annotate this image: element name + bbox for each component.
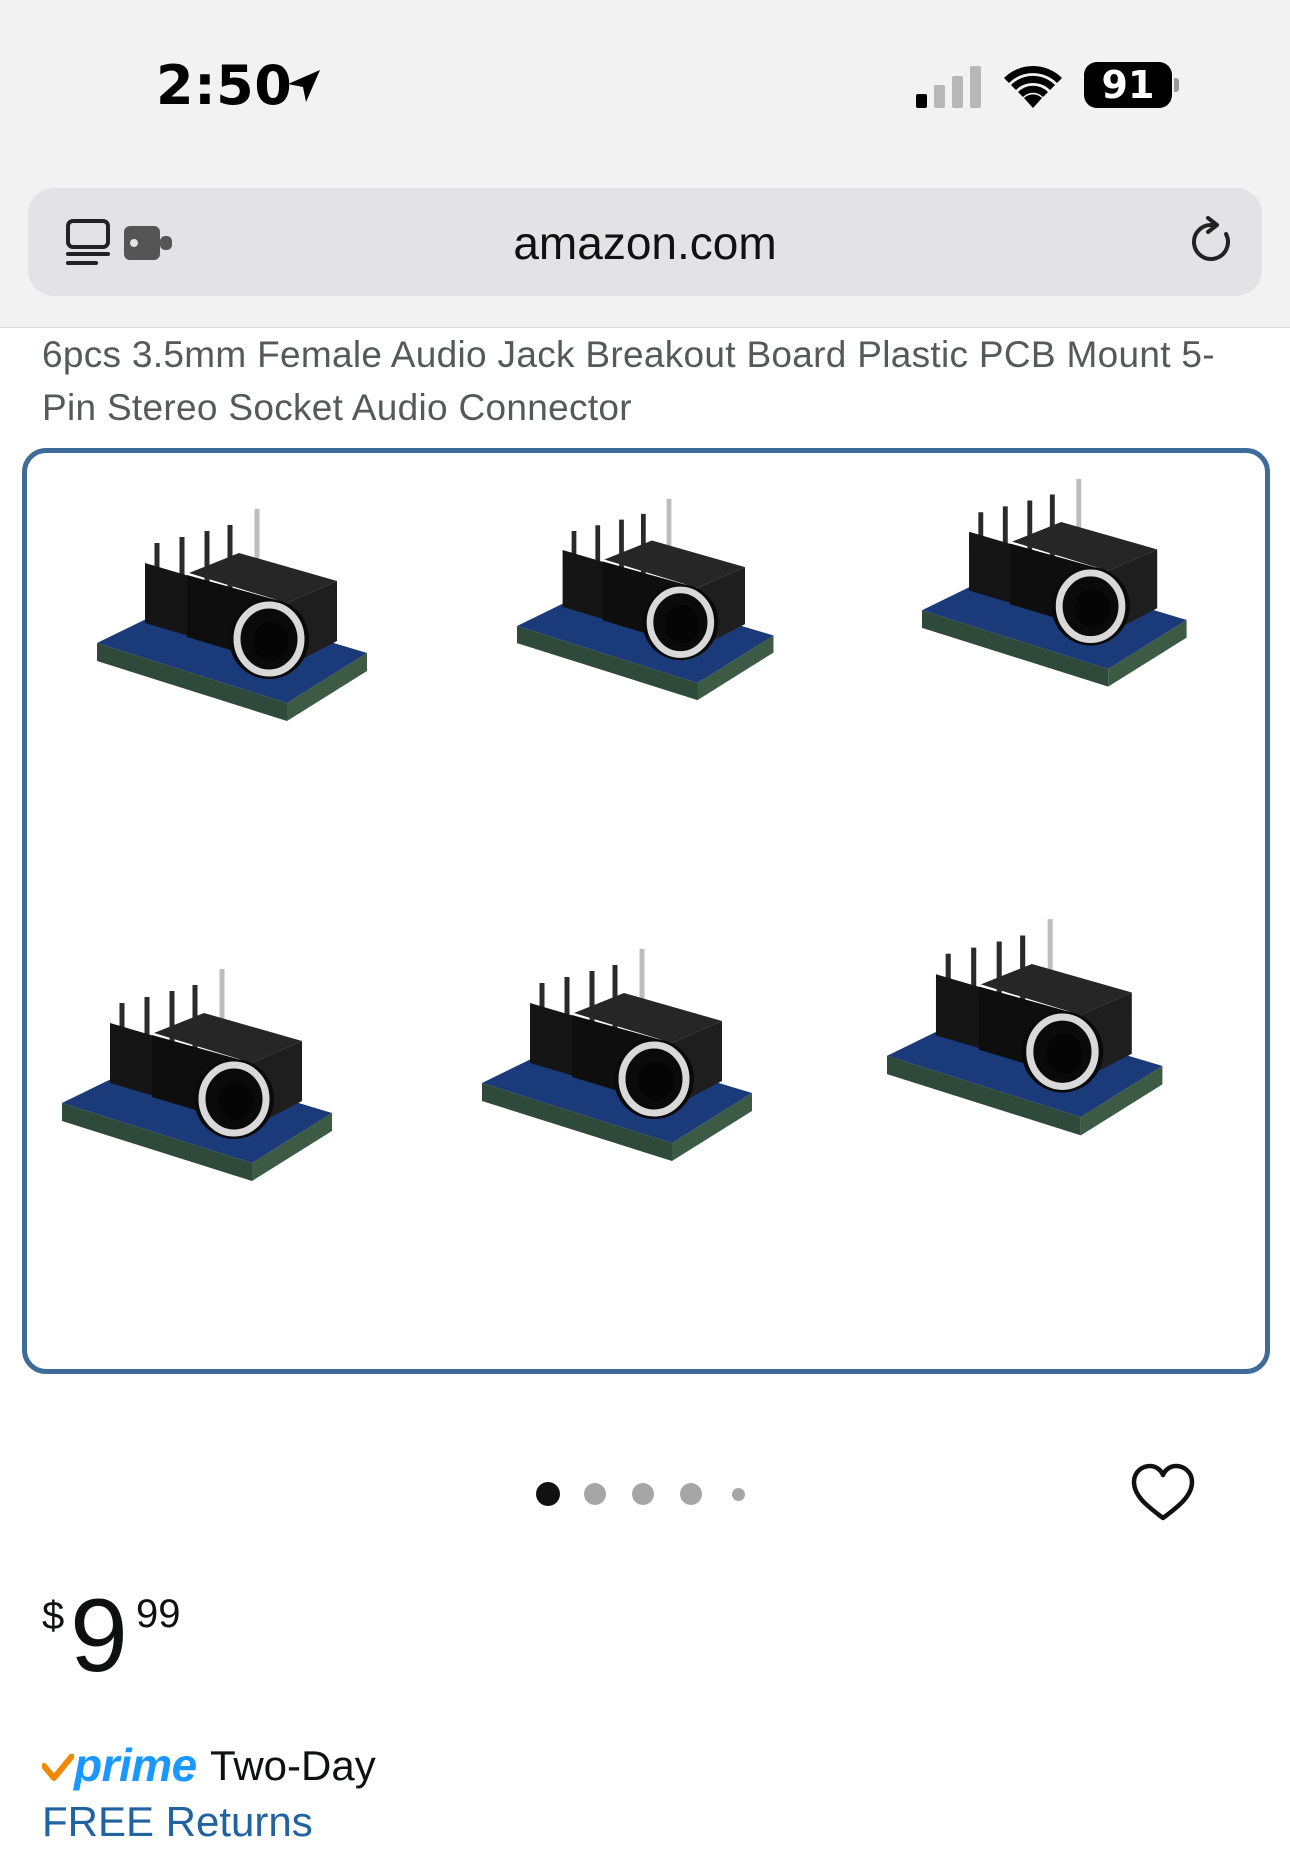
cellular-signal-icon xyxy=(916,66,981,108)
jack-board-5 xyxy=(482,949,752,1161)
carousel-dot-active[interactable] xyxy=(536,1482,560,1506)
browser-toolbar: amazon.com xyxy=(0,178,1290,328)
carousel-dot[interactable] xyxy=(632,1483,654,1505)
heart-icon[interactable] xyxy=(1130,1462,1196,1524)
reload-icon[interactable] xyxy=(1186,216,1238,268)
location-arrow-icon xyxy=(288,70,320,102)
free-returns-link[interactable]: FREE Returns xyxy=(42,1798,313,1846)
battery-nub xyxy=(1174,78,1179,92)
status-time: 2:50 xyxy=(156,54,293,117)
prime-check-icon xyxy=(42,1754,74,1781)
battery-icon: 91 xyxy=(1084,62,1172,108)
jack-board-4 xyxy=(62,969,332,1181)
product-photo xyxy=(27,453,1265,1369)
carousel-dot[interactable] xyxy=(732,1488,745,1501)
carousel-dot[interactable] xyxy=(584,1483,606,1505)
price-symbol: $ xyxy=(42,1594,65,1638)
jack-board-1 xyxy=(97,509,367,721)
address-bar[interactable]: amazon.com xyxy=(28,188,1262,296)
carousel-dot[interactable] xyxy=(680,1483,702,1505)
jack-board-2 xyxy=(517,499,774,700)
status-bar: 2:50 91 xyxy=(0,0,1290,178)
jack-board-3 xyxy=(922,479,1187,687)
product-title[interactable]: 6pcs 3.5mm Female Audio Jack Breakout Bo… xyxy=(42,328,1242,434)
wifi-icon xyxy=(1004,65,1062,108)
url-text: amazon.com xyxy=(513,217,777,269)
jack-board-6 xyxy=(887,919,1162,1135)
shipping-speed: Two-Day xyxy=(210,1742,376,1789)
product-image[interactable] xyxy=(22,448,1270,1374)
price-whole: 9 xyxy=(70,1578,128,1694)
prime-logo: prime xyxy=(74,1739,197,1791)
price-fraction: 99 xyxy=(136,1592,181,1636)
